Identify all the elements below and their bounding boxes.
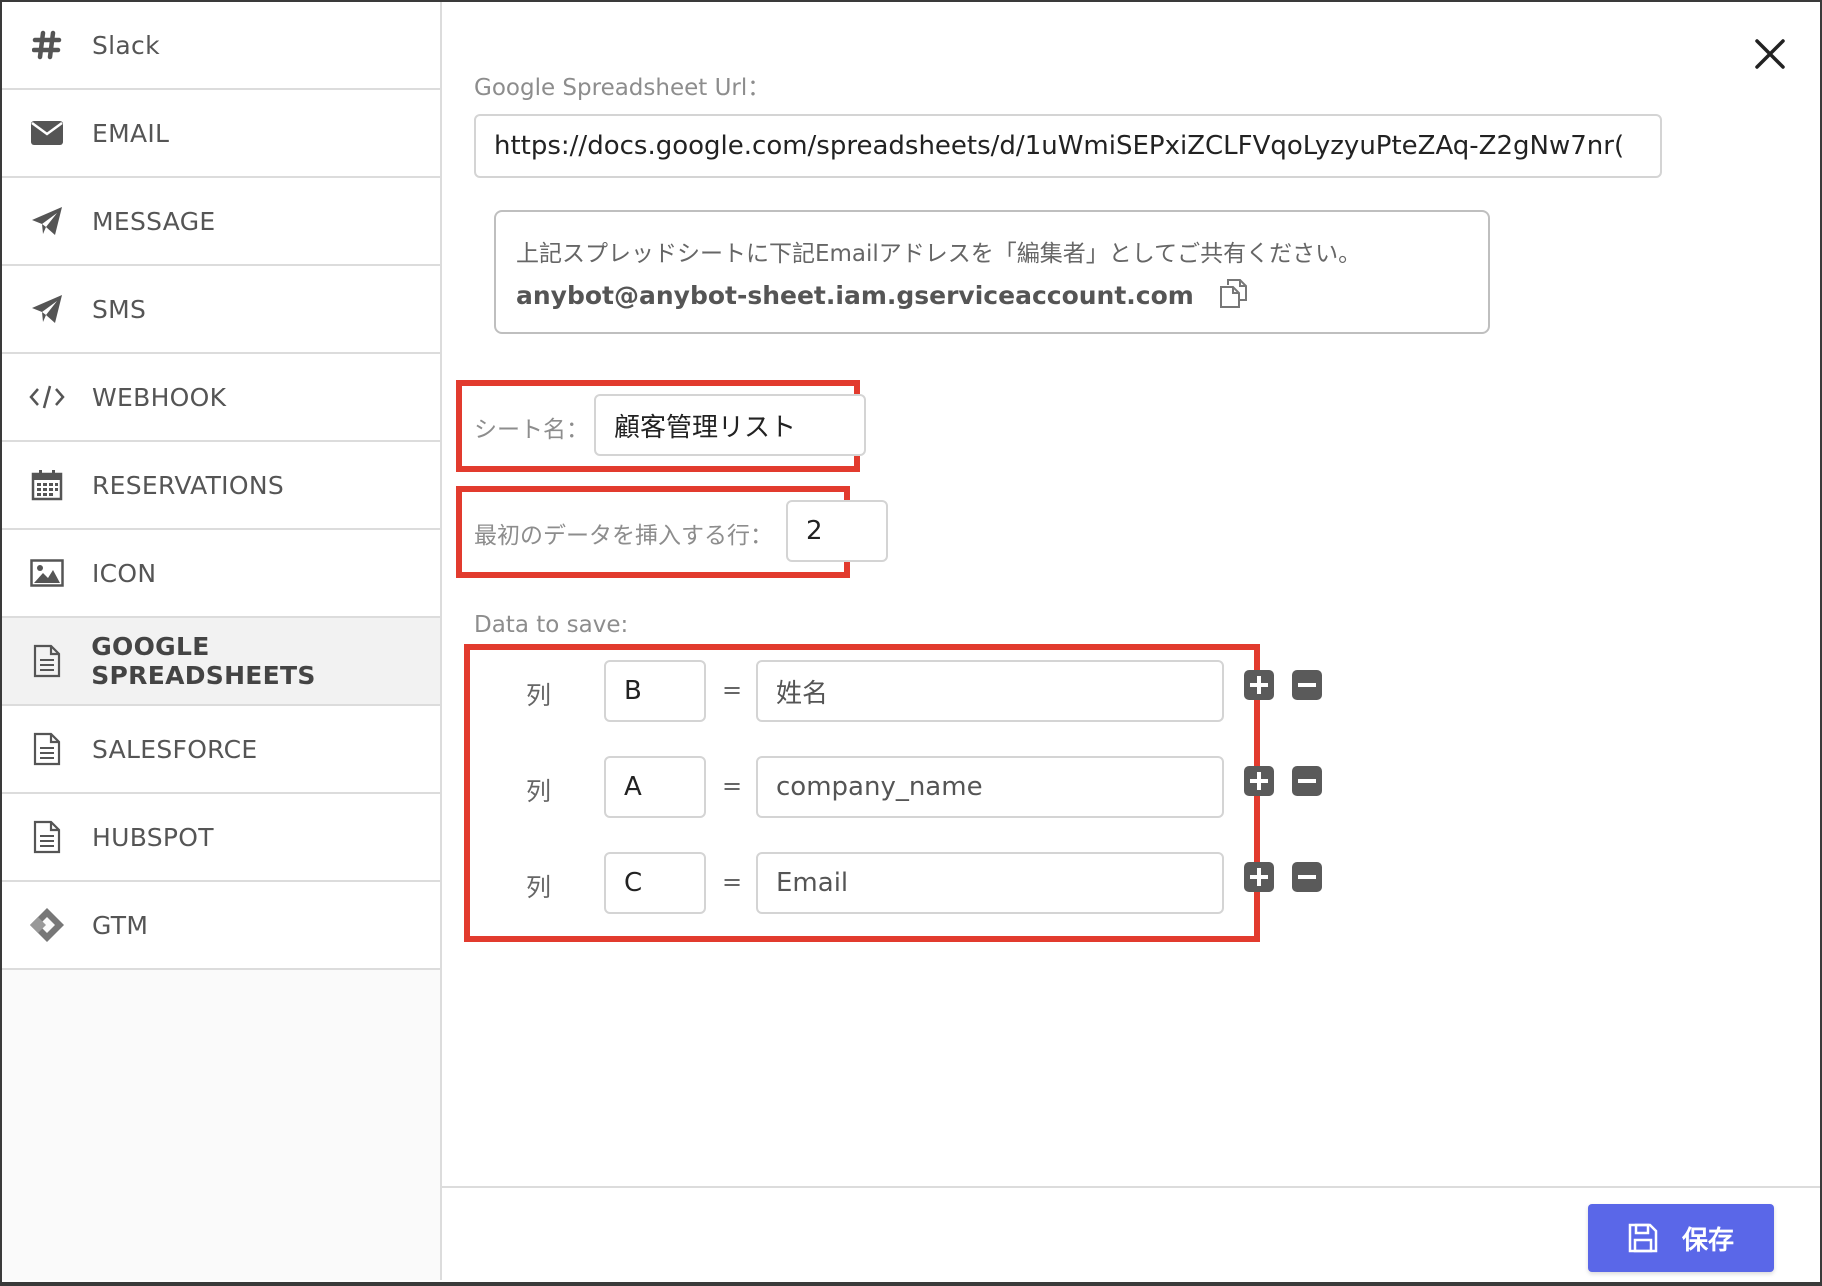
save-button[interactable]: 保存 xyxy=(1588,1204,1774,1272)
copy-icon[interactable] xyxy=(1218,278,1250,312)
equals-sign: = xyxy=(722,772,743,800)
field-input[interactable]: Email xyxy=(756,852,1224,914)
sidebar-item-label: RESERVATIONS xyxy=(92,470,284,500)
floppy-disk-icon xyxy=(1628,1223,1658,1253)
sheet-name-label: シート名： xyxy=(474,417,589,443)
sidebar-item-message[interactable]: MESSAGE xyxy=(2,178,440,266)
equals-sign: = xyxy=(722,676,743,704)
sidebar-item-webhook[interactable]: WEBHOOK xyxy=(2,354,440,442)
gtm-diamond-icon xyxy=(2,907,92,943)
service-account-email: anybot@anybot-sheet.iam.gserviceaccount.… xyxy=(516,280,1194,310)
field-input[interactable]: 姓名 xyxy=(756,660,1224,722)
start-row-label: 最初のデータを挿入する行： xyxy=(474,523,773,549)
column-label: 列 xyxy=(526,681,552,710)
column-label: 列 xyxy=(526,873,552,902)
sidebar-item-label: WEBHOOK xyxy=(92,382,227,412)
close-button[interactable] xyxy=(1748,32,1792,76)
calendar-icon xyxy=(2,469,92,501)
start-row-input[interactable]: 2 xyxy=(786,500,888,562)
image-icon xyxy=(2,559,92,587)
paper-plane-icon xyxy=(2,206,92,236)
sheet-name-input[interactable]: 顧客管理リスト xyxy=(594,394,866,456)
save-button-label: 保存 xyxy=(1681,1225,1734,1256)
field-input[interactable]: company_name xyxy=(756,756,1224,818)
remove-row-button[interactable] xyxy=(1292,670,1322,700)
column-input[interactable]: C xyxy=(604,852,706,914)
remove-row-button[interactable] xyxy=(1292,862,1322,892)
sidebar-item-icon[interactable]: ICON xyxy=(2,530,440,618)
sidebar-item-label: HUBSPOT xyxy=(92,822,214,852)
share-notice-text: 上記スプレッドシートに下記Emailアドレスを「編集者」としてご共有ください。 xyxy=(516,241,1362,267)
close-icon xyxy=(1755,39,1785,69)
add-row-button[interactable] xyxy=(1244,862,1274,892)
sidebar-item-label: EMAIL xyxy=(92,118,170,148)
document-icon xyxy=(2,644,91,678)
hashtag-icon xyxy=(2,30,92,60)
document-icon xyxy=(2,732,92,766)
column-input[interactable]: B xyxy=(604,660,706,722)
paper-plane-icon xyxy=(2,294,92,324)
sidebar-item-gtm[interactable]: GTM xyxy=(2,882,440,970)
sidebar-item-email[interactable]: EMAIL xyxy=(2,90,440,178)
column-label: 列 xyxy=(526,777,552,806)
document-icon xyxy=(2,820,92,854)
sidebar: Slack EMAIL MESSAGE SMS WEBHOOK RESERVAT… xyxy=(2,2,442,1280)
add-row-button[interactable] xyxy=(1244,670,1274,700)
sidebar-item-reservations[interactable]: RESERVATIONS xyxy=(2,442,440,530)
sidebar-item-label: ICON xyxy=(92,558,157,588)
remove-row-button[interactable] xyxy=(1292,766,1322,796)
sidebar-item-label: SMS xyxy=(92,294,147,324)
footer-divider xyxy=(442,1186,1820,1188)
spreadsheet-url-label: Google Spreadsheet Url： xyxy=(474,75,771,101)
spreadsheet-url-input[interactable]: https://docs.google.com/spreadsheets/d/1… xyxy=(474,114,1662,178)
sidebar-item-sms[interactable]: SMS xyxy=(2,266,440,354)
sidebar-item-label: GTM xyxy=(92,910,149,940)
code-icon xyxy=(2,384,92,410)
share-notice: 上記スプレッドシートに下記Emailアドレスを「編集者」としてご共有ください。 … xyxy=(494,210,1490,334)
sidebar-item-label: MESSAGE xyxy=(92,206,216,236)
sidebar-item-hubspot[interactable]: HUBSPOT xyxy=(2,794,440,882)
add-row-button[interactable] xyxy=(1244,766,1274,796)
sidebar-item-salesforce[interactable]: SALESFORCE xyxy=(2,706,440,794)
sidebar-item-google-spreadsheets[interactable]: GOOGLE SPREADSHEETS xyxy=(2,618,440,706)
sidebar-item-label: SALESFORCE xyxy=(92,734,258,764)
sidebar-item-slack[interactable]: Slack xyxy=(2,2,440,90)
column-input[interactable]: A xyxy=(604,756,706,818)
equals-sign: = xyxy=(722,868,743,896)
sidebar-item-label: Slack xyxy=(92,30,160,60)
data-to-save-label: Data to save: xyxy=(474,612,629,638)
settings-panel: Google Spreadsheet Url： https://docs.goo… xyxy=(442,2,1820,1280)
sidebar-item-label: GOOGLE SPREADSHEETS xyxy=(91,632,316,690)
envelope-icon xyxy=(2,120,92,146)
